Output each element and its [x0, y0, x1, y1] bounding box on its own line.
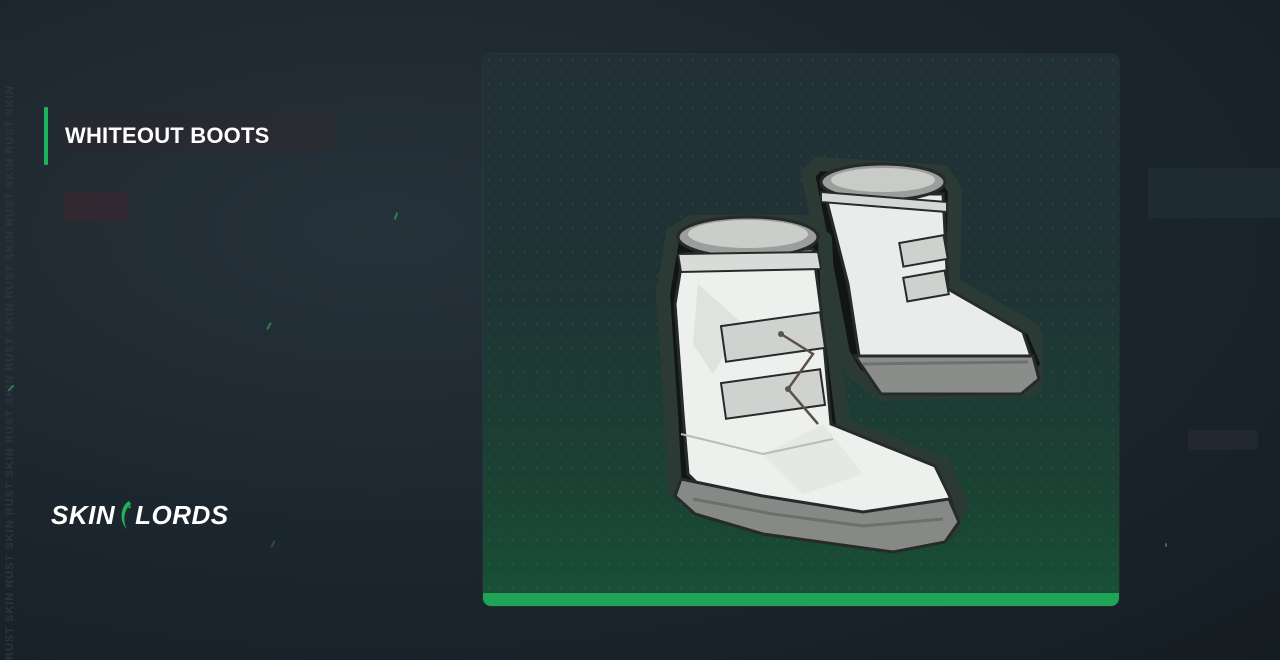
background-decoration [1188, 430, 1258, 450]
side-watermark: RUST SKIN RUST SKIN RUST SKIN RUST SKIN … [4, 0, 20, 660]
back-boot [801, 157, 1043, 401]
item-preview-card [483, 54, 1119, 606]
sparkle [393, 211, 399, 221]
whiteout-boots-image [656, 157, 1043, 554]
item-title-block: WHITEOUT BOOTS [44, 107, 269, 165]
logo-text-right: LORDS [135, 499, 229, 530]
card-bottom-bar [483, 593, 1119, 606]
sparkle [266, 322, 272, 330]
background-decoration [1148, 168, 1280, 218]
item-title: WHITEOUT BOOTS [65, 123, 270, 148]
logo-text-left: SKIN [51, 499, 116, 530]
sparkle [1165, 543, 1167, 547]
sparkle [270, 539, 276, 549]
watermark-text: RUST SKIN RUST SKIN RUST SKIN RUST SKIN … [4, 85, 16, 660]
skinlords-logo: SKIN LORDS [51, 498, 229, 532]
background-decoration [64, 192, 128, 222]
logo-mark-icon [121, 501, 132, 529]
title-accent-bar [44, 107, 48, 165]
